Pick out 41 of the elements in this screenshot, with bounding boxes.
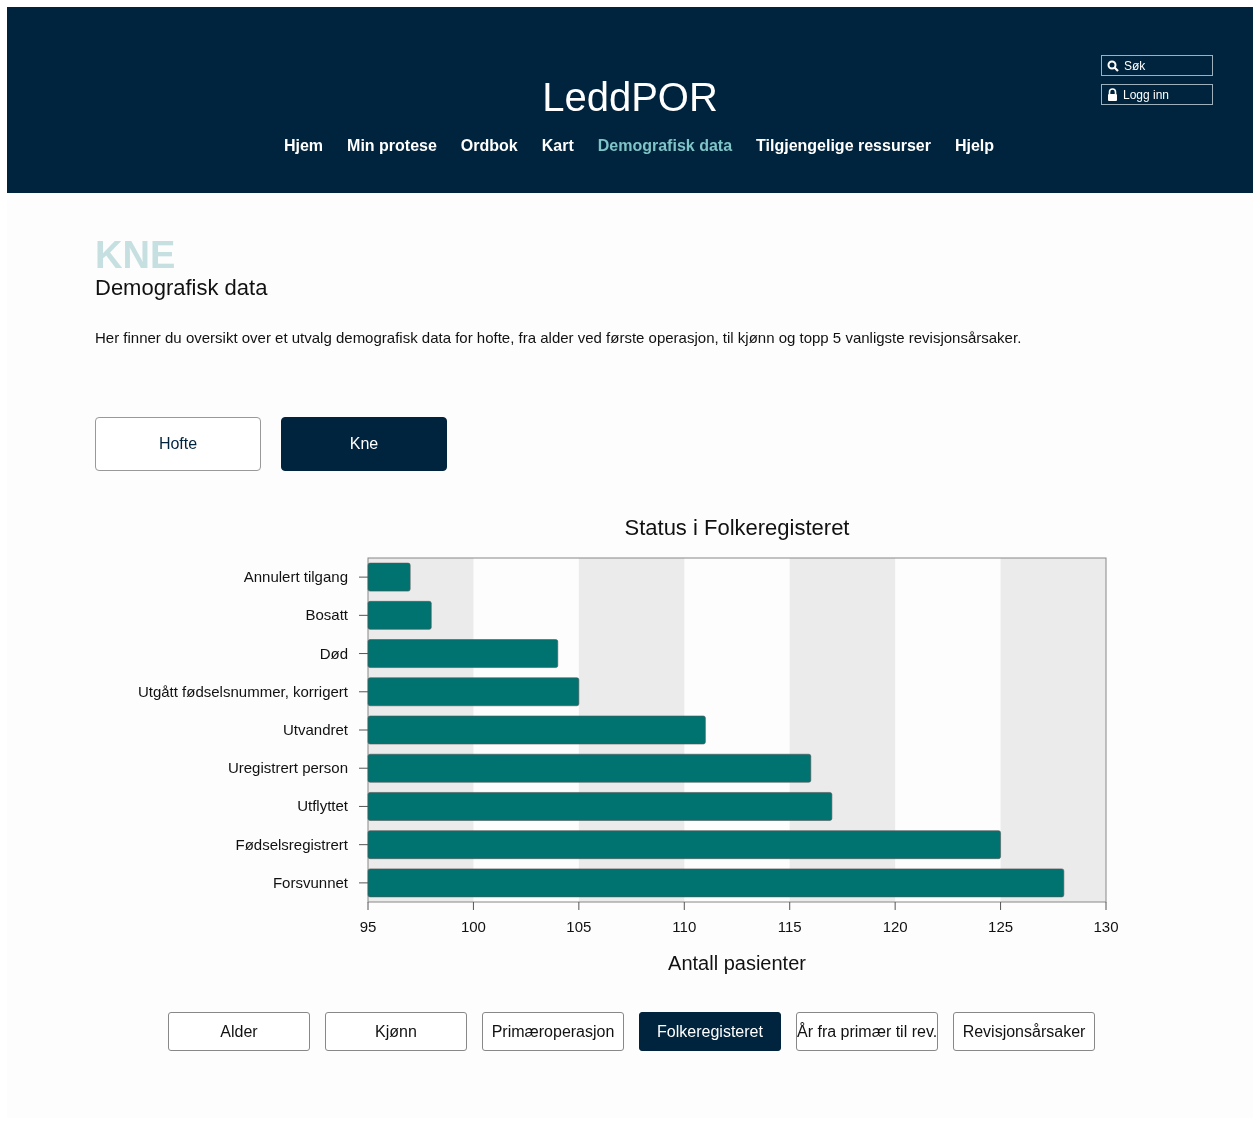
nav-link[interactable]: Hjelp <box>943 137 1008 155</box>
search-icon <box>1107 59 1119 72</box>
chart-tab[interactable]: Kjønn <box>325 1012 467 1051</box>
tick-label: 115 <box>777 918 802 935</box>
category-label: Død <box>319 644 348 662</box>
intro-text: Her finner du oversikt over et utvalg demografisk data for hofte, fra alder ved første operasjon, til kjønn og topp 5 vanligste revisjonsårsaker. <box>95 329 1023 346</box>
search-button[interactable]: Søk <box>1101 55 1213 76</box>
chart-tab[interactable]: Alder <box>168 1012 310 1051</box>
nav-link[interactable]: Demografisk data <box>586 137 746 155</box>
site-title: LeddPOR <box>542 75 718 119</box>
lock-icon <box>1107 88 1118 101</box>
nav-link[interactable]: Hjem <box>272 137 337 155</box>
nav-link[interactable]: Min protese <box>336 137 450 155</box>
joint-tab[interactable]: Hofte <box>95 417 261 471</box>
chart-tab[interactable]: Revisjonsårsaker <box>953 1012 1095 1051</box>
axis-label: Antall pasienter <box>668 952 806 974</box>
joint-tab[interactable]: Kne <box>281 417 447 471</box>
chart-title: Status i Folkeregisteret <box>624 515 850 540</box>
tick-label: 110 <box>672 918 697 935</box>
category-label: Bosatt <box>305 606 348 624</box>
login-button[interactable]: Logg inn <box>1101 84 1213 105</box>
chart-tab[interactable]: Folkeregisteret <box>639 1012 781 1051</box>
page-title: Demografisk data <box>95 275 269 301</box>
category-label: Utflyttet <box>297 797 348 815</box>
category-label: Fødselsregistrert <box>235 835 348 853</box>
chart-tab[interactable]: Primæroperasjon <box>482 1012 624 1051</box>
category-label: Annulert tilgang <box>243 568 348 586</box>
nav-link[interactable]: Kart <box>530 137 587 155</box>
tick-label: 125 <box>988 918 1014 935</box>
tick-label: 95 <box>359 918 377 935</box>
nav-link[interactable]: Ordbok <box>449 137 531 155</box>
tick-label: 120 <box>882 918 908 935</box>
category-label: Utgått fødselsnummer, korrigert <box>137 682 348 700</box>
tick-label: 105 <box>566 918 592 935</box>
category-label: Utvandret <box>282 721 348 738</box>
chart-tab[interactable]: År fra primær til rev. <box>796 1012 938 1051</box>
nav-link[interactable]: Tilgjengelige ressurser <box>745 137 944 155</box>
category-label: Forsvunnet <box>272 873 348 891</box>
category-label: Uregistrert person <box>227 759 348 777</box>
tick-label: 100 <box>460 918 486 935</box>
tick-label: 130 <box>1093 918 1119 935</box>
